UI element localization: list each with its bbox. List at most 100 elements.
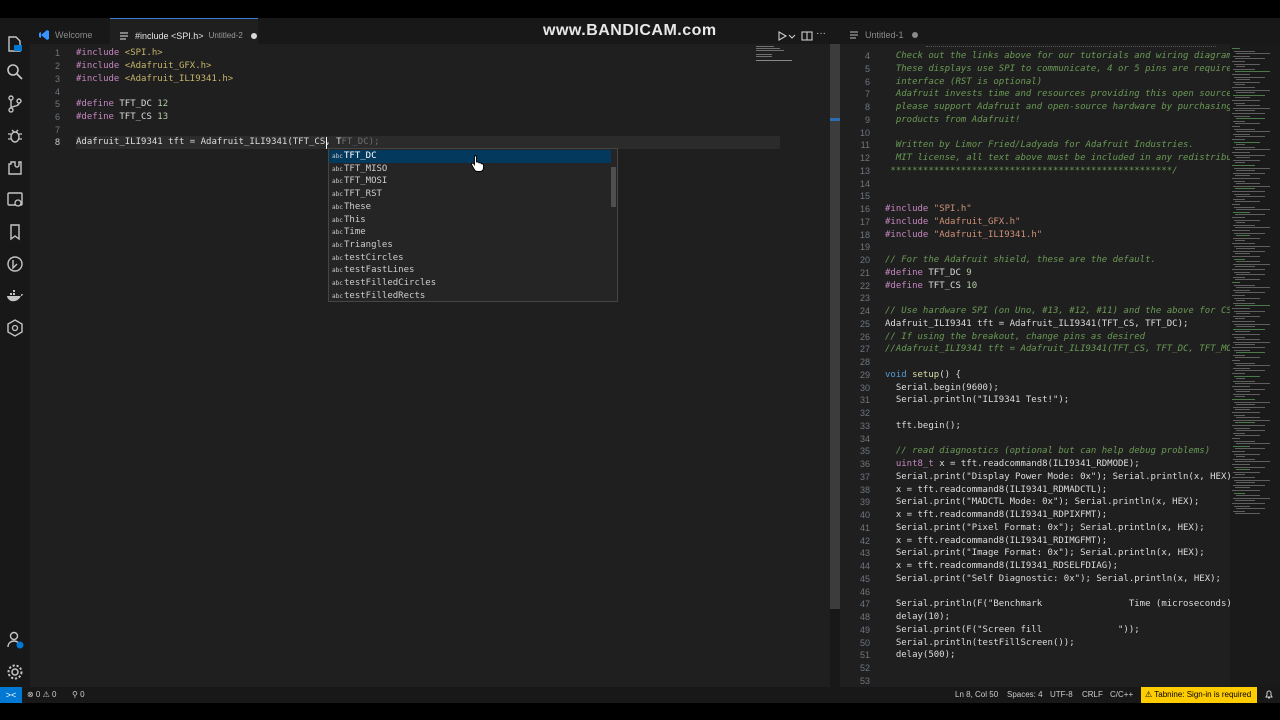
- minimap-stroke: [1235, 214, 1265, 216]
- left-editor-scrollbar[interactable]: [830, 44, 840, 609]
- encoding-setting[interactable]: UTF-8: [1050, 687, 1073, 703]
- minimap-stroke: [1234, 63, 1260, 65]
- code-line: products from Adafruit!: [885, 114, 1021, 125]
- top-black-band: [0, 0, 1280, 18]
- minimap-stroke: [1235, 409, 1250, 411]
- minimap-stroke: [1235, 149, 1270, 151]
- minimap-stroke: [1233, 237, 1260, 239]
- suggestion-item[interactable]: abctestCircles: [329, 252, 611, 265]
- minimap-stroke: [1235, 97, 1250, 99]
- source-control-icon[interactable]: [5, 94, 25, 114]
- more-actions-icon[interactable]: ···: [816, 29, 828, 41]
- indentation-setting[interactable]: Spaces: 4: [1007, 687, 1043, 703]
- minimap-stroke: [1232, 256, 1260, 257]
- code-line: Serial.println(F("Benchmark Time (micros…: [885, 599, 1230, 610]
- minimap-stroke: [1233, 302, 1255, 304]
- remote-indicator-button[interactable]: ><: [0, 687, 22, 703]
- eol-setting[interactable]: CRLF: [1082, 687, 1103, 703]
- editor-left[interactable]: 1 2 3 4 5 6 7 8 #include <SPI.h> #includ…: [30, 44, 830, 687]
- explorer-icon[interactable]: [5, 34, 25, 54]
- suggestion-item[interactable]: abctestFilledRects: [329, 290, 611, 303]
- cube-icon[interactable]: [5, 318, 25, 338]
- suggestion-item[interactable]: abctestFilledCircles: [329, 277, 611, 290]
- line-number: 21: [859, 267, 870, 278]
- bookmark-icon[interactable]: [5, 222, 25, 242]
- line-number: 3: [54, 74, 60, 84]
- debug-icon[interactable]: [5, 126, 25, 146]
- suggestion-item[interactable]: abcThese: [329, 201, 611, 214]
- notifications-bell-icon[interactable]: [1264, 687, 1274, 703]
- account-icon[interactable]: [5, 630, 25, 650]
- unsaved-dot-icon[interactable]: [250, 32, 257, 39]
- tabnine-status-button[interactable]: ⚠ Tabnine: Sign-in is required: [1141, 687, 1257, 703]
- line-number: 9: [864, 114, 870, 125]
- line-number: 5: [54, 99, 60, 109]
- suggestions-scrollbar[interactable]: [611, 167, 616, 207]
- settings-gear-icon[interactable]: [5, 662, 25, 682]
- minimap-stroke: [1233, 94, 1265, 96]
- suggestion-item[interactable]: abcTFT_MOSI: [329, 175, 611, 188]
- code-line: Serial.print("Pixel Format: 0x"); Serial…: [885, 522, 1205, 533]
- code-line: x = tft.readcommand8(ILI9341_RDSELFDIAG)…: [885, 561, 1118, 571]
- minimap-left[interactable]: [754, 44, 794, 74]
- minimap-stroke: [1232, 321, 1255, 322]
- code-line: MIT license, all text above must be incl…: [885, 153, 1230, 163]
- minimap-stroke: [1234, 440, 1255, 442]
- minimap-stroke: [1236, 339, 1260, 341]
- code-line: Serial.begin(9600);: [885, 382, 999, 393]
- minimap-stroke: [1236, 326, 1255, 328]
- code-line: Serial.println(testFillScreen());: [885, 637, 1075, 648]
- unsaved-dot-icon[interactable]: [911, 32, 918, 38]
- extensions-icon[interactable]: [5, 158, 25, 178]
- line-number: 44: [859, 561, 870, 571]
- minimap-stroke: [1235, 383, 1270, 385]
- remote-explorer-icon[interactable]: [5, 190, 25, 210]
- ports-indicator[interactable]: ⚲ 0: [72, 687, 85, 703]
- minimap-stroke: [1236, 248, 1255, 250]
- suggestion-item[interactable]: abcTriangles: [329, 239, 611, 252]
- minimap-stroke: [1233, 510, 1245, 512]
- minimap-stroke: [1232, 451, 1245, 452]
- minimap-stroke: [1234, 297, 1260, 299]
- language-mode[interactable]: C/C++: [1110, 687, 1133, 703]
- minimap-stroke: [1232, 230, 1250, 231]
- problems-indicator[interactable]: ⊗ 0 ⚠ 0: [27, 687, 56, 703]
- timeline-icon[interactable]: [5, 254, 25, 274]
- minimap-stroke: [1233, 198, 1245, 200]
- editor-right[interactable]: 4 5 6 7 8 9 10 11 12 13 14 15 16 17 18 19 20 21 22 23 24 25 26…: [840, 44, 1230, 687]
- suggestion-item[interactable]: abcTFT_RST: [329, 188, 611, 201]
- code-line: Serial.print("Image Format: 0x"); Serial…: [885, 548, 1205, 559]
- minimap-stroke: [1232, 464, 1250, 465]
- minimap-stroke: [1233, 484, 1265, 486]
- minimap-stroke: [1233, 276, 1245, 278]
- docker-icon[interactable]: [5, 286, 25, 306]
- minimap-stroke: [1234, 245, 1270, 247]
- file-lines-icon: [120, 31, 128, 40]
- split-editor-icon[interactable]: [801, 29, 813, 41]
- minimap-stroke: [1236, 443, 1270, 445]
- minimap-stroke: [1235, 253, 1250, 255]
- minimap-stroke: [1234, 89, 1270, 91]
- code-line: Serial.println("ILI9341 Test!");: [885, 395, 1070, 406]
- search-icon[interactable]: [5, 62, 25, 82]
- line-number: 26: [859, 331, 870, 342]
- minimap-stroke: [1234, 349, 1250, 351]
- minimap-stroke: [1234, 102, 1245, 104]
- code-line: ****************************************…: [885, 165, 1178, 176]
- minimap-stroke: [1233, 367, 1250, 369]
- suggestion-item[interactable]: abcTime: [329, 226, 611, 239]
- line-number: 31: [859, 395, 870, 406]
- cursor-position[interactable]: Ln 8, Col 50: [955, 687, 998, 703]
- code-line: delay(10);: [885, 612, 951, 622]
- run-options-chevron-icon[interactable]: [788, 29, 796, 41]
- minimap-stroke: [1234, 466, 1265, 468]
- minimap-stroke: [1234, 284, 1255, 286]
- suggestion-item[interactable]: abcThis: [329, 214, 611, 227]
- minimap-stroke: [1234, 206, 1255, 208]
- minimap-right[interactable]: [1230, 44, 1280, 687]
- suggestion-item[interactable]: abctestFastLines: [329, 264, 611, 277]
- line-number: 42: [859, 535, 870, 546]
- minimap-stroke: [1235, 513, 1260, 515]
- run-icon[interactable]: [776, 29, 788, 41]
- line-number: 6: [864, 76, 870, 87]
